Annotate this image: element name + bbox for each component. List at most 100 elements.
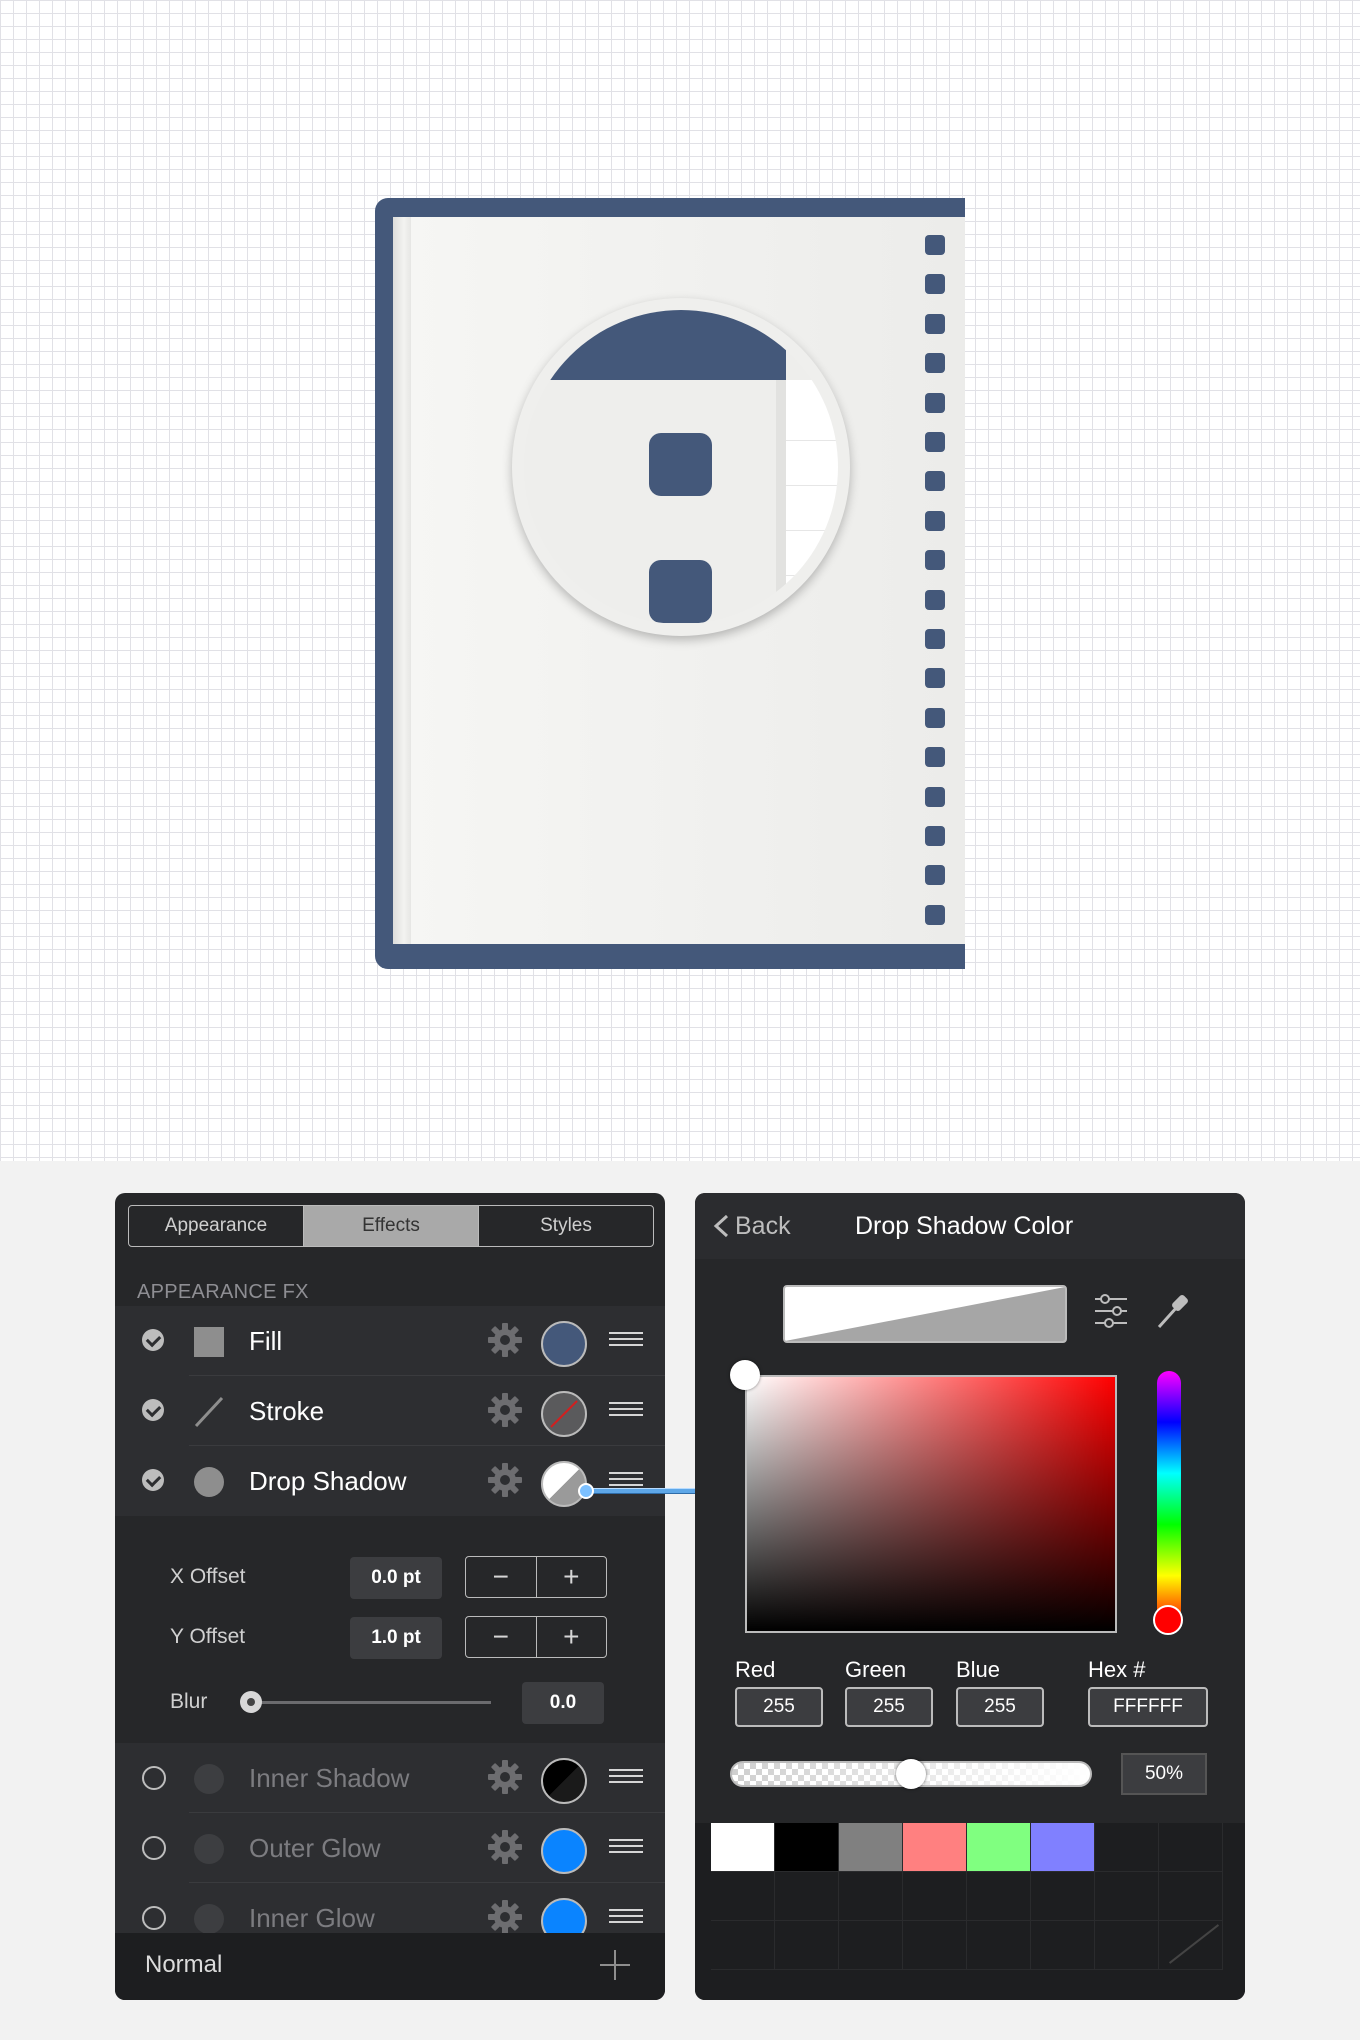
outer-glow-enabled-checkbox[interactable]: [142, 1836, 166, 1860]
palette-swatch[interactable]: [839, 1872, 903, 1921]
ring-hole: [925, 353, 945, 374]
palette-swatch[interactable]: [967, 1921, 1031, 1970]
drop-shadow-enabled-checkbox[interactable]: [142, 1469, 164, 1491]
palette-swatch[interactable]: [775, 1823, 839, 1872]
blend-mode-selector[interactable]: Normal: [145, 1951, 222, 1979]
hue-slider[interactable]: [1157, 1371, 1181, 1627]
palette-swatch[interactable]: [903, 1872, 967, 1921]
eyedropper-icon[interactable]: [1153, 1291, 1191, 1331]
blue-field[interactable]: 255: [956, 1687, 1044, 1727]
outer-glow-color-swatch[interactable]: [541, 1828, 587, 1874]
y-offset-stepper[interactable]: − +: [465, 1616, 607, 1658]
red-field[interactable]: 255: [735, 1687, 823, 1727]
swatch-connector-line: [580, 1488, 700, 1494]
blur-slider-track[interactable]: [251, 1701, 491, 1704]
drag-handle-icon[interactable]: [609, 1769, 643, 1787]
palette-swatch[interactable]: [1159, 1872, 1223, 1921]
add-effect-icon[interactable]: [598, 1948, 632, 1982]
increment-button[interactable]: +: [537, 1557, 607, 1597]
palette-swatch[interactable]: [839, 1823, 903, 1872]
gear-icon[interactable]: [487, 1322, 523, 1358]
palette-swatch[interactable]: [903, 1823, 967, 1872]
tab-appearance[interactable]: Appearance: [129, 1206, 304, 1246]
effect-row-outer-glow[interactable]: Outer Glow: [115, 1813, 665, 1883]
opacity-knob[interactable]: [896, 1759, 926, 1789]
tab-effects[interactable]: Effects: [304, 1206, 479, 1246]
effect-row-drop-shadow[interactable]: Drop Shadow: [115, 1446, 665, 1516]
color-picker-header: Back Drop Shadow Color: [695, 1193, 1245, 1259]
sliders-icon[interactable]: [1093, 1291, 1129, 1331]
decrement-button[interactable]: −: [466, 1557, 537, 1597]
blur-value-field[interactable]: 0.0: [522, 1682, 604, 1724]
palette-swatch[interactable]: [711, 1921, 775, 1970]
page-edge: [393, 217, 411, 944]
gear-icon[interactable]: [487, 1899, 523, 1935]
inner-glow-enabled-checkbox[interactable]: [142, 1906, 166, 1930]
stroke-line-icon: [193, 1396, 225, 1428]
palette-swatch[interactable]: [903, 1921, 967, 1970]
swatch-connector-dot: [578, 1483, 594, 1499]
drag-handle-icon[interactable]: [609, 1402, 643, 1420]
tab-styles[interactable]: Styles: [479, 1206, 653, 1246]
fill-enabled-checkbox[interactable]: [142, 1329, 164, 1351]
effect-row-inner-shadow[interactable]: Inner Shadow: [115, 1743, 665, 1813]
magnifier-detail: [512, 298, 850, 636]
decrement-button[interactable]: −: [466, 1617, 537, 1657]
drag-handle-icon[interactable]: [609, 1332, 643, 1350]
palette-swatch[interactable]: [775, 1872, 839, 1921]
palette-swatch[interactable]: [711, 1823, 775, 1872]
palette-swatch[interactable]: [1031, 1921, 1095, 1970]
gear-icon[interactable]: [487, 1392, 523, 1428]
chevron-left-icon[interactable]: [711, 1214, 733, 1238]
lens-page-sheet: [786, 380, 838, 624]
saturation-knob[interactable]: [730, 1360, 760, 1390]
blur-slider-knob[interactable]: [240, 1691, 262, 1713]
x-offset-stepper[interactable]: − +: [465, 1556, 607, 1598]
section-label: APPEARANCE FX: [137, 1281, 309, 1303]
gear-icon[interactable]: [487, 1829, 523, 1865]
drag-handle-icon[interactable]: [609, 1909, 643, 1927]
palette-swatch[interactable]: [1159, 1921, 1223, 1970]
palette-swatch[interactable]: [775, 1921, 839, 1970]
palette-swatch[interactable]: [967, 1823, 1031, 1872]
hex-field[interactable]: FFFFFF: [1088, 1687, 1208, 1727]
stroke-enabled-checkbox[interactable]: [142, 1399, 164, 1421]
gear-icon[interactable]: [487, 1759, 523, 1795]
palette-swatch[interactable]: [967, 1872, 1031, 1921]
lens-page-line: [786, 575, 838, 576]
effect-row-stroke[interactable]: Stroke: [115, 1376, 665, 1446]
green-field[interactable]: 255: [845, 1687, 933, 1727]
palette-swatch[interactable]: [711, 1872, 775, 1921]
back-button[interactable]: Back: [735, 1212, 791, 1241]
fill-color-swatch[interactable]: [541, 1321, 587, 1367]
ring-hole: [925, 865, 945, 886]
palette-swatch[interactable]: [1159, 1823, 1223, 1872]
hex-label: Hex #: [1088, 1657, 1146, 1682]
stroke-color-swatch[interactable]: [541, 1391, 587, 1437]
x-offset-field[interactable]: 0.0 pt: [350, 1557, 442, 1599]
drag-handle-icon[interactable]: [609, 1839, 643, 1857]
increment-button[interactable]: +: [537, 1617, 607, 1657]
y-offset-field[interactable]: 1.0 pt: [350, 1617, 442, 1659]
color-preview: [783, 1285, 1067, 1343]
palette-swatch[interactable]: [1095, 1823, 1159, 1872]
hue-knob[interactable]: [1153, 1605, 1183, 1635]
artboard-canvas[interactable]: [0, 0, 1360, 1161]
effect-row-fill[interactable]: Fill: [115, 1306, 665, 1376]
ring-hole: [925, 471, 945, 492]
ring-hole: [925, 826, 945, 846]
palette-swatch[interactable]: [1031, 1823, 1095, 1872]
palette-swatch[interactable]: [1031, 1872, 1095, 1921]
palette-swatch[interactable]: [1095, 1872, 1159, 1921]
color-picker-panel: Back Drop Shadow Color Red Green Blue He…: [695, 1193, 1245, 2000]
saturation-brightness-field[interactable]: [745, 1375, 1117, 1633]
inner-shadow-enabled-checkbox[interactable]: [142, 1766, 166, 1790]
palette-swatch[interactable]: [839, 1921, 903, 1970]
gear-icon[interactable]: [487, 1462, 523, 1498]
lens-page-line: [786, 485, 838, 486]
palette-swatch[interactable]: [1095, 1921, 1159, 1970]
inner-shadow-color-swatch[interactable]: [541, 1758, 587, 1804]
ring-hole: [925, 589, 945, 610]
effect-label: Outer Glow: [249, 1833, 381, 1863]
opacity-field[interactable]: 50%: [1121, 1753, 1207, 1795]
